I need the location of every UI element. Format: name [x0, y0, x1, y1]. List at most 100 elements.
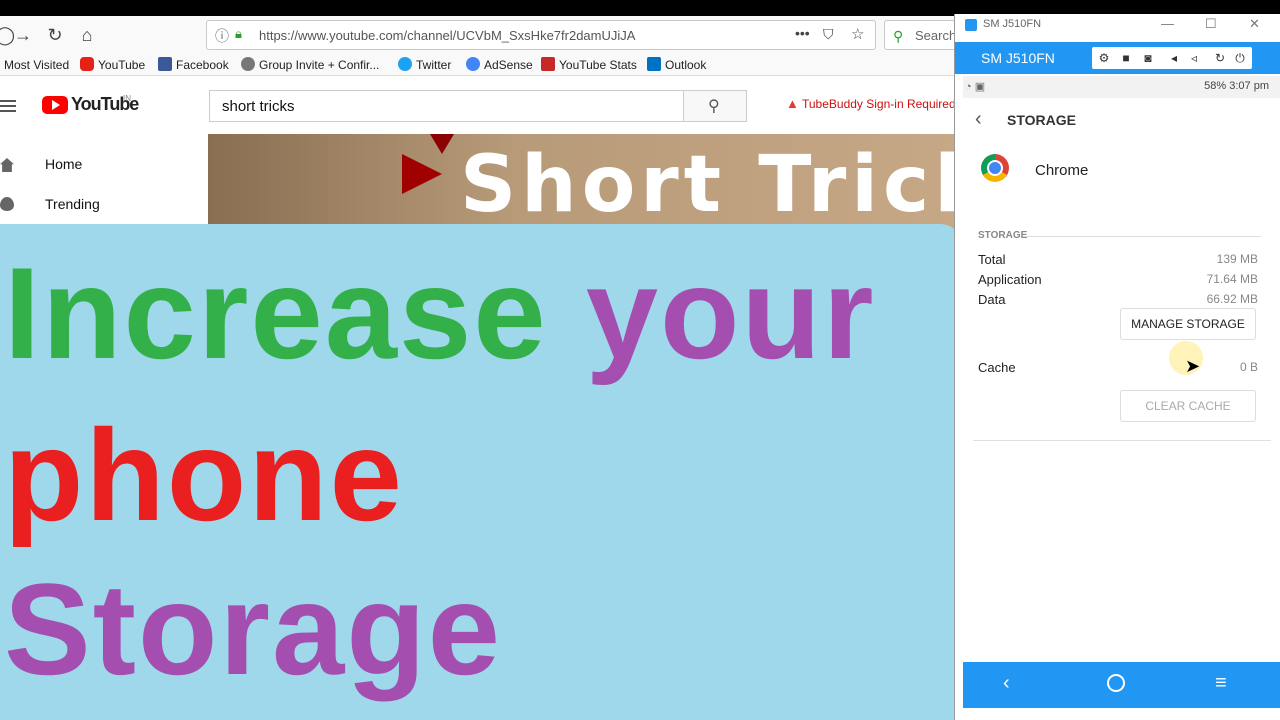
gear-icon[interactable]: ⚙ — [1096, 50, 1112, 66]
sidebar-item-trending[interactable]: Trending — [0, 194, 200, 216]
row-label: Total — [978, 252, 1006, 267]
row-label: Cache — [978, 360, 1016, 375]
headline-word: phone — [4, 402, 404, 548]
bookmark-label: Most Visited — [4, 58, 70, 72]
tubebuddy-warning[interactable]: ▲ TubeBuddy Sign-in Required — [786, 96, 956, 111]
headline-word: Increase — [4, 240, 548, 386]
row-label: Application — [978, 272, 1042, 287]
info-icon[interactable]: ⓘ — [215, 26, 229, 46]
more-icon[interactable]: ••• — [795, 25, 810, 41]
sidebar-item-label: Home — [45, 156, 83, 172]
bookmark-adsense[interactable]: AdSense — [466, 57, 533, 73]
back-arrow-icon[interactable]: ‹ — [975, 108, 982, 131]
nav-menu-icon[interactable]: ≡ — [1215, 672, 1227, 695]
bookmark-youtube[interactable]: YouTube — [80, 57, 145, 73]
manage-storage-button[interactable]: MANAGE STORAGE — [1120, 308, 1256, 340]
navigation-toolbar: ◯ → ↻ ⌂ ⓘ 🔒︎ https://www.youtube.com/cha… — [0, 16, 974, 54]
pocket-icon[interactable]: ⛉ — [823, 26, 834, 43]
camera-icon[interactable]: ◙ — [1140, 50, 1156, 66]
headline-word: Storage — [4, 556, 503, 702]
youtube-search-value: short tricks — [222, 98, 295, 115]
youtube-logo-icon[interactable] — [42, 96, 68, 114]
url-text: https://www.youtube.com/channel/UCVbM_Sx… — [259, 28, 636, 43]
app-icon — [965, 19, 977, 31]
triangle-shape — [430, 134, 454, 154]
bookmark-twitter[interactable]: Twitter — [398, 57, 451, 73]
row-value: 139 MB — [1216, 252, 1258, 266]
nav-back-icon[interactable]: ‹ — [1003, 672, 1010, 695]
sidebar-item-label: Trending — [45, 196, 100, 212]
youtube-header: YouTube IN short tricks ⚲ ▲ TubeBuddy Si… — [0, 78, 962, 134]
divider — [973, 440, 1271, 441]
banner-title: Short Tricks — [460, 140, 962, 230]
volume-down-icon[interactable]: ◂ — [1166, 50, 1182, 66]
youtube-icon — [80, 57, 94, 71]
headline-line-1: Increase your — [4, 248, 875, 378]
twitter-icon — [398, 57, 412, 71]
bookmark-facebook[interactable]: Facebook — [158, 57, 229, 73]
phone-mirror-window: SM J510FN — ☐ ✕ SM J510FN ⚙ ■ ◙ ◂ ◃ ↻ ⏻ … — [954, 14, 1280, 720]
home-button[interactable]: ⌂ — [76, 24, 98, 46]
nav-home-icon[interactable] — [1107, 674, 1125, 692]
play-triangle-shape — [402, 154, 442, 194]
flame-icon — [0, 197, 14, 211]
bookmark-label: YouTube — [98, 58, 146, 72]
bookmark-youtube-stats[interactable]: YouTube Stats — [541, 57, 637, 73]
top-strip — [0, 0, 962, 16]
url-bar[interactable]: ⓘ 🔒︎ https://www.youtube.com/channel/UCV… — [206, 20, 876, 50]
headline-line-2: phone — [4, 410, 404, 540]
status-battery-time: 58% 3:07 pm — [1204, 80, 1269, 92]
sidebar-item-home[interactable]: Home — [0, 154, 200, 176]
minimize-icon[interactable]: — — [1161, 16, 1174, 31]
bookmark-label: Outlook — [665, 58, 707, 72]
row-value: 0 B — [1239, 360, 1258, 374]
row-value: 66.92 MB — [1206, 292, 1258, 306]
bookmark-label: AdSense — [484, 58, 533, 72]
storage-row-total: Total 139 MB — [978, 252, 1258, 270]
maximize-icon[interactable]: ☐ — [1205, 16, 1217, 32]
power-icon[interactable]: ⏻ — [1232, 50, 1248, 66]
country-code: IN — [123, 94, 131, 103]
storage-row-application: Application 71.64 MB — [978, 272, 1258, 290]
volume-up-icon[interactable]: ◃ — [1186, 50, 1202, 66]
reload-button[interactable]: ↻ — [44, 24, 66, 46]
bookmark-label: Facebook — [176, 58, 229, 72]
star-icon[interactable]: ☆ — [851, 25, 864, 43]
clear-cache-button[interactable]: CLEAR CACHE — [1120, 390, 1256, 422]
mouse-cursor-icon: ➤ — [1185, 356, 1201, 376]
channel-banner: Short Tricks — [208, 134, 962, 234]
outlook-icon — [647, 57, 661, 71]
rotate-icon[interactable]: ↻ — [1212, 50, 1228, 66]
bookmark-label: Group Invite + Confir... — [259, 58, 380, 72]
google-icon — [466, 57, 480, 71]
window-title: SM J510FN — [983, 18, 1042, 30]
window-titlebar: SM J510FN — ☐ ✕ — [955, 14, 1280, 38]
video-icon[interactable]: ■ — [1118, 50, 1134, 66]
row-label: Data — [978, 292, 1006, 307]
app-info-row: Chrome — [963, 146, 1280, 196]
youtube-search-button[interactable]: ⚲ — [683, 90, 747, 122]
search-placeholder: Search — [915, 28, 957, 43]
bookmark-label: YouTube Stats — [559, 58, 637, 72]
bookmark-label: Twitter — [416, 58, 452, 72]
notification-icons: ◔ ▣ — [965, 81, 986, 93]
bookmark-outlook[interactable]: Outlook — [647, 57, 706, 73]
menu-icon[interactable] — [0, 100, 16, 112]
search-icon: ⚲ — [893, 28, 904, 44]
app-name: Chrome — [1035, 162, 1089, 179]
device-name: SM J510FN — [981, 50, 1055, 66]
headline-line-3: Storage — [4, 564, 502, 694]
home-icon — [0, 158, 14, 172]
close-icon[interactable]: ✕ — [1249, 16, 1260, 32]
forward-button[interactable]: → — [12, 24, 34, 46]
lock-icon: 🔒︎ — [235, 26, 242, 41]
bookmark-most-visited[interactable]: Most Visited — [4, 57, 69, 73]
bookmark-group-invite[interactable]: Group Invite + Confir... — [241, 57, 379, 73]
globe-icon — [241, 57, 255, 71]
device-toolbar: SM J510FN ⚙ ■ ◙ ◂ ◃ ↻ ⏻ — [955, 42, 1280, 74]
page-title: STORAGE — [1007, 112, 1076, 128]
divider — [1023, 236, 1261, 237]
settings-header: ‹ STORAGE — [963, 98, 1280, 142]
search-icon: ⚲ — [708, 98, 720, 115]
youtube-search-input[interactable]: short tricks — [209, 90, 684, 122]
